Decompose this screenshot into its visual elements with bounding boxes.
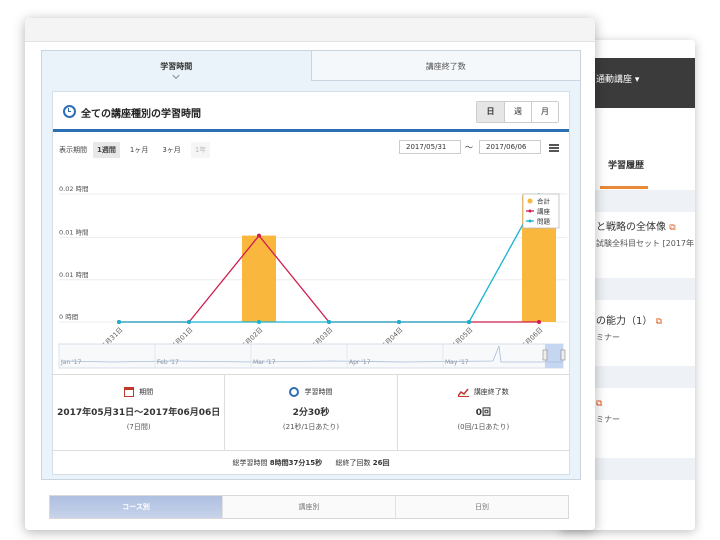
total-done-label: 総終了回数 — [335, 459, 371, 467]
granularity-week-button[interactable]: 週 — [504, 102, 531, 122]
series-point — [187, 320, 191, 324]
calendar-icon — [124, 387, 135, 397]
period-label: 表示期間 — [59, 146, 87, 154]
card-title: 全ての講座種別の学習時間 — [81, 109, 201, 120]
hamburger-menu-icon[interactable] — [549, 144, 559, 152]
bg-item-title[interactable]: の能力（1） — [596, 316, 652, 327]
bottom-tabs: コース別 講座別 日別 — [49, 495, 569, 519]
legend-label: 問題 — [537, 218, 551, 226]
external-link-icon[interactable]: ⧉ — [669, 223, 675, 233]
granularity-month-button[interactable]: 月 — [531, 102, 558, 122]
bg-item-sub: 試験全科目セット [2017年 — [596, 239, 695, 248]
tab-by-lecture[interactable]: 講座別 — [222, 496, 395, 518]
series-point — [257, 320, 261, 324]
navigator-label: Apr '17 — [349, 359, 371, 366]
period-1year-button: 1年 — [190, 142, 211, 158]
series-point — [397, 320, 401, 324]
navigator-handle-left — [542, 349, 548, 361]
clock-icon — [289, 387, 300, 397]
top-tabs: 学習時間 講座終了数 — [42, 51, 580, 81]
y-tick-label: 0.01 時間 — [59, 271, 89, 279]
series-point — [327, 320, 331, 324]
clock-icon — [63, 105, 76, 118]
period-3month-button[interactable]: 3ヶ月 — [158, 142, 184, 158]
stat-time-value: 2分30秒 — [292, 408, 330, 418]
bg-tab-history[interactable]: 学習履歴 — [608, 158, 644, 171]
stat-period: 期間 2017年05月31日～2017年06月06日 (7日間) — [53, 375, 224, 450]
series-point — [117, 320, 121, 324]
legend-marker — [528, 219, 532, 223]
end-date-field[interactable]: 2017/06/06 — [479, 140, 541, 154]
stat-time-label: 学習時間 — [304, 388, 333, 396]
period-selector: 表示期間 1週間 1ヶ月 3ヶ月 1年 — [59, 142, 211, 158]
study-time-card: 全ての講座種別の学習時間 日 週 月 表示期間 1週間 1ヶ月 3ヶ月 1年 2… — [52, 91, 570, 475]
stat-period-value: 2017年05月31日～2017年06月06日 — [57, 408, 221, 418]
totals-row: 総学習時間 8時間37分15秒 総終了回数 26回 — [53, 450, 569, 474]
series-point — [257, 233, 261, 238]
navigator-selection — [545, 344, 563, 368]
stat-time: 学習時間 2分30秒 (21秒/1日あたり) — [224, 375, 396, 450]
bg-item-title[interactable]: と戦略の全体像 — [596, 222, 666, 233]
study-time-chart: 0.02 時間0.01 時間0.01 時間0 時間05月31日 06月01日 06月… — [58, 185, 567, 369]
bar — [242, 235, 276, 322]
navigator-frame — [58, 343, 564, 369]
y-tick-label: 0.02 時間 — [59, 185, 89, 193]
legend-label: 合計 — [537, 197, 551, 206]
tab-study-time[interactable]: 学習時間 — [42, 51, 311, 81]
bg-menu-label[interactable]: 通動講座 ▾ — [596, 75, 639, 85]
card-header: 全ての講座種別の学習時間 日 週 月 — [53, 92, 569, 132]
navigator-label: Jan '17 — [60, 359, 82, 366]
navigator-label: May '17 — [445, 359, 469, 366]
external-link-icon[interactable]: ⧉ — [596, 399, 602, 409]
legend-label: 講座 — [537, 207, 551, 216]
stat-period-sub: (7日間) — [126, 423, 151, 431]
granularity-day-button[interactable]: 日 — [477, 102, 504, 122]
start-date-field[interactable]: 2017/05/31 — [399, 140, 461, 154]
navigator-label: Mar '17 — [253, 359, 276, 366]
stat-time-sub: (21秒/1日あたり) — [282, 423, 340, 431]
stat-completed-label: 講座終了数 — [473, 388, 509, 396]
stat-completed-sub: (0回/1日あたり) — [457, 423, 510, 431]
legend-marker — [528, 209, 532, 213]
stat-period-label: 期間 — [139, 388, 154, 396]
tab-completed-count[interactable]: 講座終了数 — [310, 51, 580, 81]
date-separator: ～ — [465, 143, 473, 152]
total-done-value: 26回 — [372, 459, 390, 467]
stat-completed: 講座終了数 0回 (0回/1日あたり) — [396, 375, 569, 450]
navigator-handle-right — [560, 349, 566, 361]
trend-chart-icon — [457, 388, 469, 397]
total-time-value: 8時間37分15秒 — [269, 459, 323, 467]
content-panel: 学習時間 講座終了数 全ての講座種別の学習時間 日 週 月 表示期間 1週間 1… — [41, 50, 581, 480]
main-window: 学習時間 講座終了数 全ての講座種別の学習時間 日 週 月 表示期間 1週間 1… — [25, 18, 595, 530]
legend-marker — [527, 198, 533, 204]
granularity-toggle: 日 週 月 — [476, 101, 559, 123]
stats-row: 期間 2017年05月31日～2017年06月06日 (7日間) 学習時間 2分… — [53, 374, 569, 450]
series-line — [119, 194, 540, 323]
navigator-label: Feb '17 — [157, 359, 179, 366]
total-time-label: 総学習時間 — [232, 459, 268, 467]
tab-by-course[interactable]: コース別 — [50, 496, 222, 518]
stat-completed-value: 0回 — [475, 408, 491, 418]
window-titlebar — [25, 18, 595, 42]
bg-item-sub: ミナー — [596, 415, 620, 424]
y-tick-label: 0.01 時間 — [59, 229, 89, 237]
series-point — [537, 320, 541, 324]
period-1month-button[interactable]: 1ヶ月 — [126, 142, 152, 158]
tab-by-day[interactable]: 日別 — [395, 496, 568, 518]
external-link-icon[interactable]: ⧉ — [656, 317, 662, 327]
bg-item-sub: ミナー — [596, 333, 620, 342]
period-1week-button[interactable]: 1週間 — [93, 142, 120, 158]
series-point — [467, 320, 471, 324]
bg-tab-underline — [600, 186, 648, 189]
y-tick-label: 0 時間 — [59, 313, 78, 321]
